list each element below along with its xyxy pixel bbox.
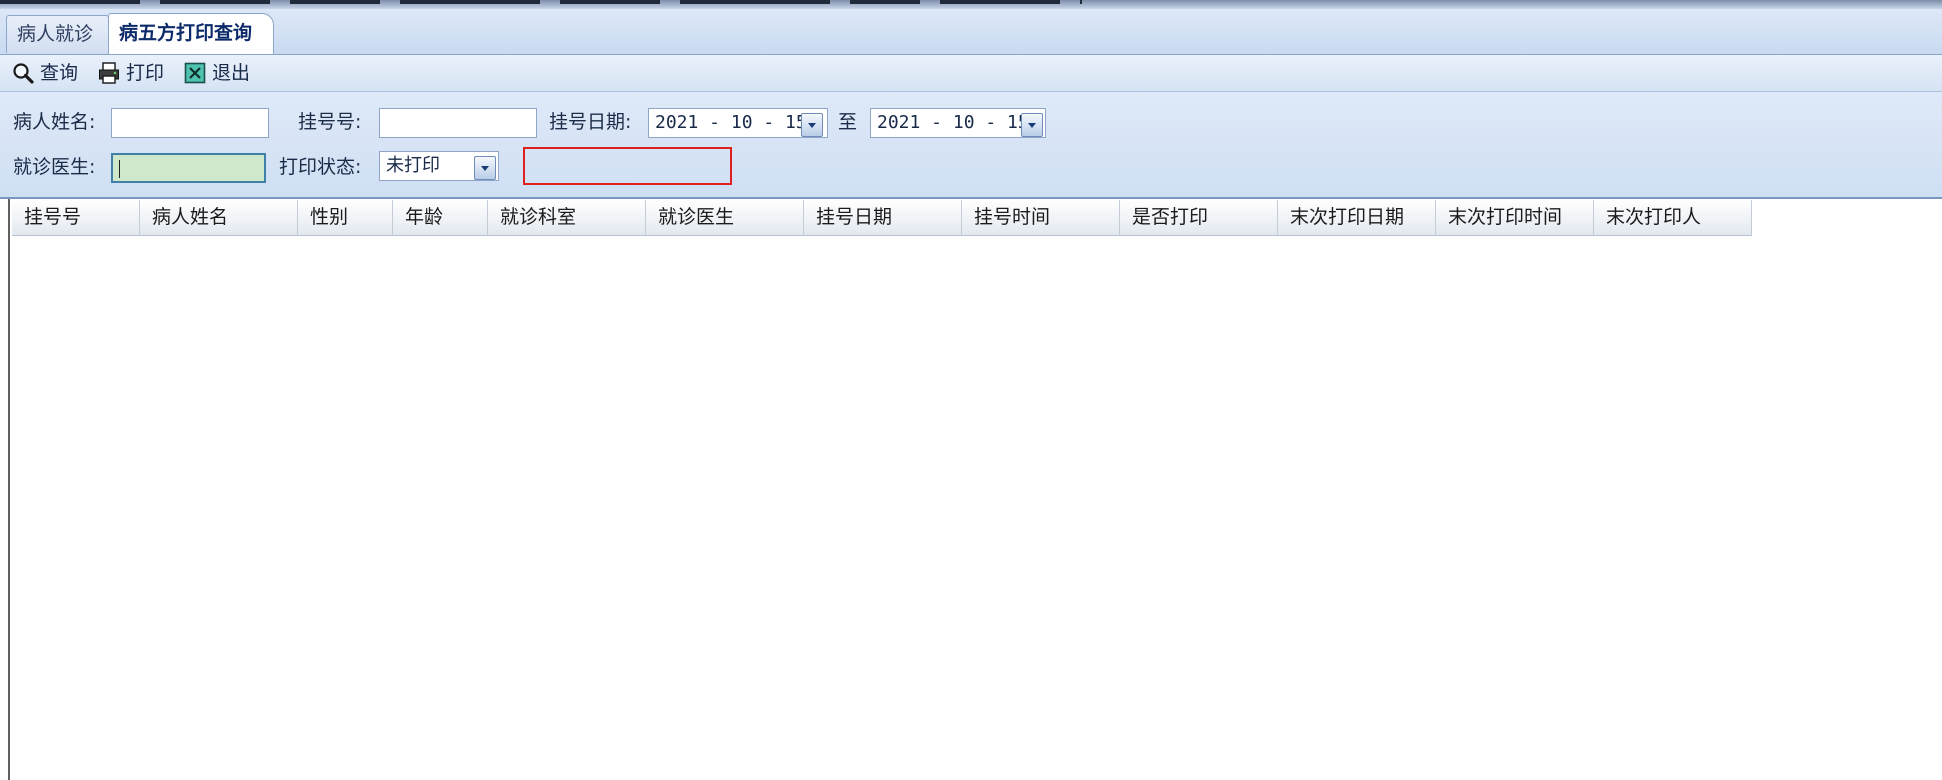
exit-button[interactable]: 退出 [184, 60, 250, 86]
reg-no-label: 挂号号: [298, 111, 362, 133]
print-status-label: 打印状态: [279, 156, 362, 178]
printer-icon [98, 62, 120, 84]
date-from-value: 2021 - 10 - 15 [655, 112, 807, 133]
exit-button-label: 退出 [212, 62, 251, 84]
query-button[interactable]: 查询 [12, 60, 78, 86]
column-header[interactable]: 就诊科室 [488, 200, 646, 235]
patient-name-label: 病人姓名: [13, 111, 96, 133]
exit-icon [184, 62, 206, 84]
column-header[interactable]: 挂号号 [12, 200, 140, 235]
column-header[interactable]: 是否打印 [1120, 200, 1278, 235]
patient-name-input[interactable] [111, 108, 269, 138]
column-header[interactable]: 末次打印日期 [1278, 200, 1436, 235]
tab-label: 病五方打印查询 [119, 22, 253, 44]
column-header[interactable]: 末次打印人 [1594, 200, 1752, 235]
doctor-label: 就诊医生: [13, 156, 96, 178]
column-header[interactable]: 性别 [298, 200, 393, 235]
print-button[interactable]: 打印 [98, 60, 164, 86]
column-header[interactable]: 年龄 [393, 200, 488, 235]
to-label: 至 [838, 111, 858, 133]
filter-panel: 病人姓名: 挂号号: 挂号日期: 2021 - 10 - 15 至 2021 -… [0, 92, 1942, 199]
toolbar: 查询 打印 退出 [0, 55, 1942, 92]
print-button-label: 打印 [126, 62, 165, 84]
date-to-dropdown-icon[interactable] [1021, 113, 1043, 137]
query-button-label: 查询 [40, 62, 79, 84]
print-status-value: 未打印 [386, 155, 440, 176]
grid-header: 挂号号 病人姓名 性别 年龄 就诊科室 就诊医生 挂号日期 挂号时间 是否打印 … [12, 200, 1752, 236]
reg-no-input[interactable] [379, 108, 537, 138]
text-cursor [119, 160, 120, 178]
date-from-picker[interactable]: 2021 - 10 - 15 [648, 108, 828, 138]
date-to-value: 2021 - 10 - 15 [877, 112, 1029, 133]
doctor-input[interactable] [111, 153, 266, 183]
results-grid[interactable]: 挂号号 病人姓名 性别 年龄 就诊科室 就诊医生 挂号日期 挂号时间 是否打印 … [8, 199, 1942, 780]
column-header[interactable]: 就诊医生 [646, 200, 804, 235]
print-status-select[interactable]: 未打印 [379, 151, 499, 181]
search-icon [12, 62, 34, 84]
reg-date-label: 挂号日期: [549, 111, 632, 133]
tab-label: 病人就诊 [17, 23, 94, 45]
highlight-box [523, 147, 732, 185]
date-from-dropdown-icon[interactable] [801, 113, 823, 137]
column-header[interactable]: 挂号日期 [804, 200, 962, 235]
date-to-picker[interactable]: 2021 - 10 - 15 [870, 108, 1046, 138]
column-header[interactable]: 末次打印时间 [1436, 200, 1594, 235]
column-header[interactable]: 挂号时间 [962, 200, 1120, 235]
column-header[interactable]: 病人姓名 [140, 200, 298, 235]
tab-prescription-print-query[interactable]: 病五方打印查询 [108, 13, 274, 54]
tab-bar: 病人就诊 病五方打印查询 [0, 9, 1942, 55]
menu-strip [0, 0, 1942, 9]
print-status-dropdown-icon[interactable] [474, 156, 496, 180]
tab-patient-visit[interactable]: 病人就诊 [6, 15, 109, 53]
